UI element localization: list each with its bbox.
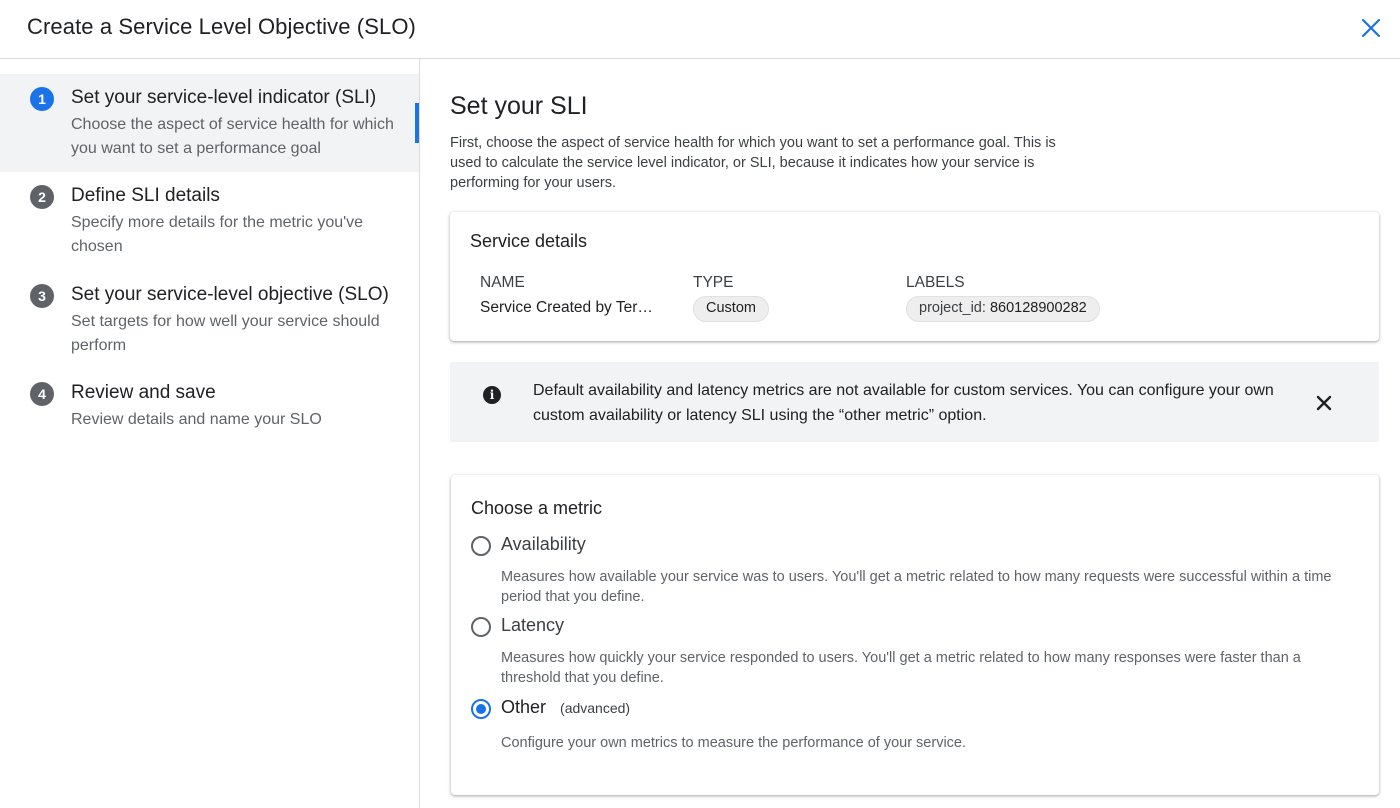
step-set-sli[interactable]: 1 Set your service-level indicator (SLI)…	[0, 74, 419, 172]
step-description: Specify more details for the metric you'…	[71, 214, 364, 255]
step-review-and-save[interactable]: 4 Review and save Review details and nam…	[0, 370, 419, 444]
metric-card-title: Choose a metric	[471, 498, 603, 518]
close-icon	[1316, 395, 1332, 411]
radio-description: Measures how available your service was …	[501, 569, 1332, 605]
service-name-value: Service Created by Ter…	[480, 299, 653, 316]
radio-button-selected[interactable]	[471, 699, 491, 719]
dismiss-banner-button[interactable]	[1313, 392, 1335, 414]
info-icon: i	[483, 386, 501, 404]
step-title: Define SLI details	[71, 185, 220, 206]
step-number-1: 1	[30, 87, 54, 111]
card-title: Service details	[470, 231, 588, 251]
main-content: Set your SLI First, choose the aspect of…	[421, 59, 1400, 808]
dialog-header: Create a Service Level Objective (SLO)	[0, 0, 1400, 59]
radio-description: Measures how quickly your service respon…	[501, 650, 1301, 686]
step-title: Set your service-level indicator (SLI)	[71, 87, 377, 108]
name-column-header: NAME	[480, 274, 525, 291]
stepper: 1 Set your service-level indicator (SLI)…	[0, 59, 420, 808]
radio-button[interactable]	[471, 617, 491, 637]
step-define-sli-details[interactable]: 2 Define SLI details Specify more detail…	[0, 172, 419, 270]
step-description: Set targets for how well your service sh…	[71, 313, 380, 354]
service-details-card: Service details NAME TYPE LABELS Service…	[450, 212, 1379, 341]
label-chip: project_id: 860128900282	[906, 296, 1100, 322]
step-description: Choose the aspect of service health for …	[71, 116, 394, 157]
label-key: project_id:	[919, 300, 986, 316]
radio-description: Configure your own metrics to measure th…	[501, 735, 967, 751]
radio-label: Latency	[501, 615, 565, 635]
radio-button[interactable]	[471, 536, 491, 556]
label-value: 860128900282	[989, 300, 1087, 316]
close-icon	[1361, 18, 1381, 38]
radio-label-text: Other	[501, 697, 547, 717]
type-chip: Custom	[693, 296, 769, 322]
radio-sublabel: (advanced)	[560, 700, 631, 716]
step-description: Review details and name your SLO	[71, 411, 322, 428]
radio-label: Availability	[501, 534, 586, 554]
step-number-4: 4	[30, 382, 54, 406]
page-intro-text: First, choose the aspect of service heal…	[450, 135, 1056, 191]
step-set-slo[interactable]: 3 Set your service-level objective (SLO)…	[0, 271, 419, 369]
active-step-indicator	[415, 103, 419, 143]
page-title: Set your SLI	[450, 92, 588, 120]
info-banner: i Default availability and latency metri…	[450, 362, 1379, 442]
step-number-2: 2	[30, 185, 54, 209]
dialog-title: Create a Service Level Objective (SLO)	[27, 14, 416, 39]
close-dialog-button[interactable]	[1356, 13, 1386, 43]
banner-message: Default availability and latency metrics…	[533, 382, 1274, 424]
labels-column-header: LABELS	[906, 274, 965, 291]
step-title: Review and save	[71, 382, 216, 403]
choose-metric-card: Choose a metric Availability Measures ho…	[451, 475, 1379, 795]
step-title: Set your service-level objective (SLO)	[71, 284, 389, 305]
type-column-header: TYPE	[693, 274, 734, 291]
radio-label: Other (advanced)	[501, 697, 630, 718]
step-number-3: 3	[30, 284, 54, 308]
